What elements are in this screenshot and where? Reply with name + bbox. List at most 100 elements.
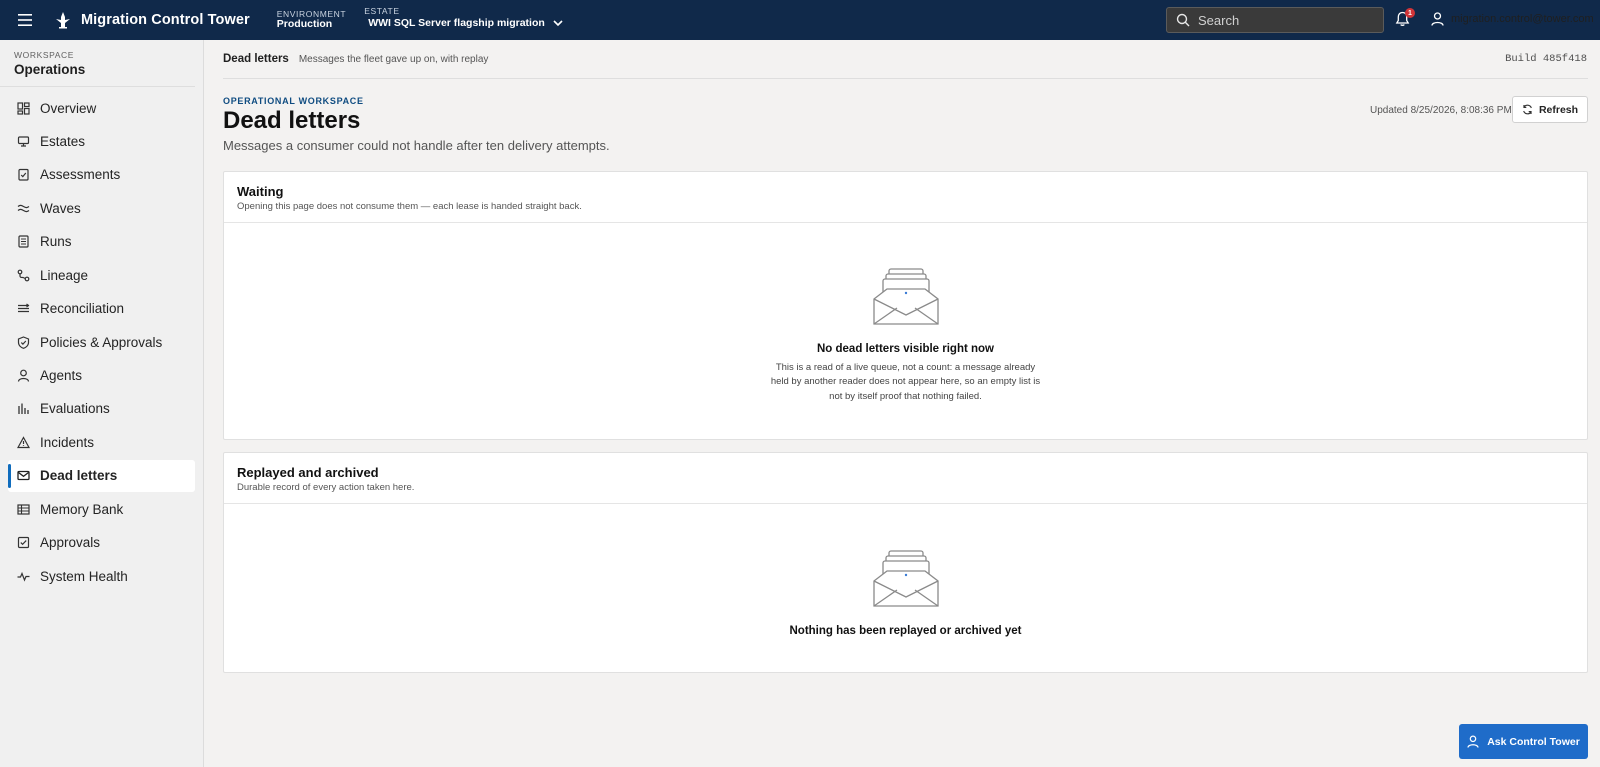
shield-check-icon [17,335,30,349]
refresh-button[interactable]: Refresh [1512,96,1588,123]
workspace-switcher[interactable]: WORKSPACE Operations [0,40,195,87]
waves-icon [17,204,30,213]
search-box[interactable] [1166,7,1384,33]
breadcrumb-subtitle: Messages the fleet gave up on, with repl… [298,53,489,65]
sidebar-item-label: System Health [40,568,128,584]
notification-badge: 1 [1405,8,1415,18]
person-icon [17,369,30,382]
estate-label: ESTATE [364,5,400,16]
warning-icon [17,436,30,448]
sidebar-item-label: Dead letters [40,468,118,484]
sidebar-item-system-health[interactable]: System Health [8,560,195,592]
page-eyebrow: OPERATIONAL WORKSPACE [223,96,364,106]
user-menu[interactable]: migration.control@tower.com [1431,12,1594,26]
waiting-empty-state: No dead letters visible right now This i… [224,267,1587,404]
checkbox-icon [17,537,30,549]
bar-chart-icon [18,403,29,415]
environment-label: ENVIRONMENT [276,8,347,19]
archived-title: Replayed and archived [237,465,379,480]
sidebar-item-overview[interactable]: Overview [8,92,195,124]
waiting-empty-title: No dead letters visible right now [816,343,994,355]
sidebar-item-waves[interactable]: Waves [8,192,195,224]
pulse-icon [17,571,30,582]
chevron-down-icon [553,20,563,27]
updated-timestamp: Updated 8/25/2026, 8:08:36 PM [1370,105,1512,116]
person-icon [1431,12,1444,26]
waiting-card-header: Waiting Opening this page does not consu… [224,172,1587,223]
sidebar-item-label: Overview [40,100,97,116]
hamburger-icon [18,14,32,26]
dashboard-icon [17,101,30,115]
breadcrumb-title: Dead letters [223,53,289,65]
waiting-empty-description: This is a read of a live queue, not a co… [770,362,1041,402]
estate-dropdown[interactable]: WWI SQL Server flagship migration [368,18,563,29]
search-input[interactable] [1198,12,1368,28]
waiting-subtitle: Opening this page does not consume them … [237,201,582,212]
inbox-stack-icon [872,268,939,325]
sidebar-item-policies-approvals[interactable]: Policies & Approvals [8,326,195,358]
page-subtitle: Messages a consumer could not handle aft… [223,138,610,153]
waiting-card: Waiting Opening this page does not consu… [223,171,1588,440]
sidebar-item-label: Runs [40,234,72,250]
table-icon [17,504,30,515]
page-title: Dead letters [223,107,361,134]
clipboard-check-icon [18,169,29,181]
sidebar-item-estates[interactable]: Estates [8,125,195,157]
archived-empty-state: Nothing has been replayed or archived ye… [224,549,1587,637]
sidebar-item-evaluations[interactable]: Evaluations [8,393,195,425]
person-icon [1467,735,1479,748]
sidebar-item-label: Lineage [40,267,89,283]
user-email: migration.control@tower.com [1451,13,1594,25]
inbox-stack-icon [872,550,939,607]
refresh-label: Refresh [1538,103,1579,116]
sidebar-item-label: Agents [40,368,83,383]
sidebar-item-label: Memory Bank [40,501,124,517]
brand[interactable]: Migration Control Tower [53,10,250,30]
archived-card-header: Replayed and archived Durable record of … [224,453,1587,504]
waiting-title: Waiting [237,184,284,199]
lineage-icon [17,269,30,282]
ask-control-tower-label: Ask Control Tower [1487,735,1580,748]
sidebar-item-label: Estates [40,133,86,149]
sidebar-item-label: Evaluations [40,401,110,417]
refresh-icon [1523,104,1532,115]
sidebar-item-incidents[interactable]: Incidents [8,426,195,458]
sidebar-item-label: Reconciliation [40,301,125,317]
breadcrumb: Dead letters Messages the fleet gave up … [223,40,1588,79]
sidebar-item-dead-letters[interactable]: Dead letters [8,459,195,492]
estate-selector[interactable]: ESTATE WWI SQL Server flagship migration [364,5,563,30]
main-content: Dead letters Messages the fleet gave up … [204,40,1600,767]
sidebar-item-runs[interactable]: Runs [8,226,195,258]
archived-card: Replayed and archived Durable record of … [223,452,1588,673]
mail-icon [17,471,30,481]
environment-value: Production [276,18,333,31]
reconcile-icon [18,303,30,313]
sidebar-item-label: Approvals [40,535,101,551]
sidebar-item-agents[interactable]: Agents [8,360,195,392]
environment-indicator: ENVIRONMENT Production [276,8,347,31]
sidebar-item-label: Incidents [40,434,95,450]
app-title: Migration Control Tower [81,12,250,28]
sidebar-item-label: Policies & Approvals [40,334,163,350]
search-icon [1176,13,1190,27]
workspace-label: WORKSPACE [14,50,75,60]
menu-button[interactable] [0,0,50,40]
sidebar: WORKSPACE Operations Overview Estates As… [0,40,204,767]
ask-control-tower-button[interactable]: Ask Control Tower [1459,724,1588,759]
sidebar-item-label: Waves [40,200,81,216]
sidebar-nav: Overview Estates Assessments Waves Runs … [0,92,203,592]
workspace-name: Operations [14,62,86,77]
document-list-icon [18,235,29,248]
estate-value: WWI SQL Server flagship migration [368,17,545,30]
sidebar-item-assessments[interactable]: Assessments [8,159,195,191]
server-icon [17,136,30,147]
sidebar-item-approvals[interactable]: Approvals [8,527,195,559]
tower-logo-icon [53,10,73,30]
archived-empty-title: Nothing has been replayed or archived ye… [789,625,1022,637]
sidebar-item-reconciliation[interactable]: Reconciliation [8,293,195,325]
build-id: Build 485f418 [1505,53,1587,65]
archived-subtitle: Durable record of every action taken her… [237,482,415,493]
sidebar-item-label: Assessments [40,167,121,183]
sidebar-item-lineage[interactable]: Lineage [8,259,195,291]
sidebar-item-memory-bank[interactable]: Memory Bank [8,493,195,525]
